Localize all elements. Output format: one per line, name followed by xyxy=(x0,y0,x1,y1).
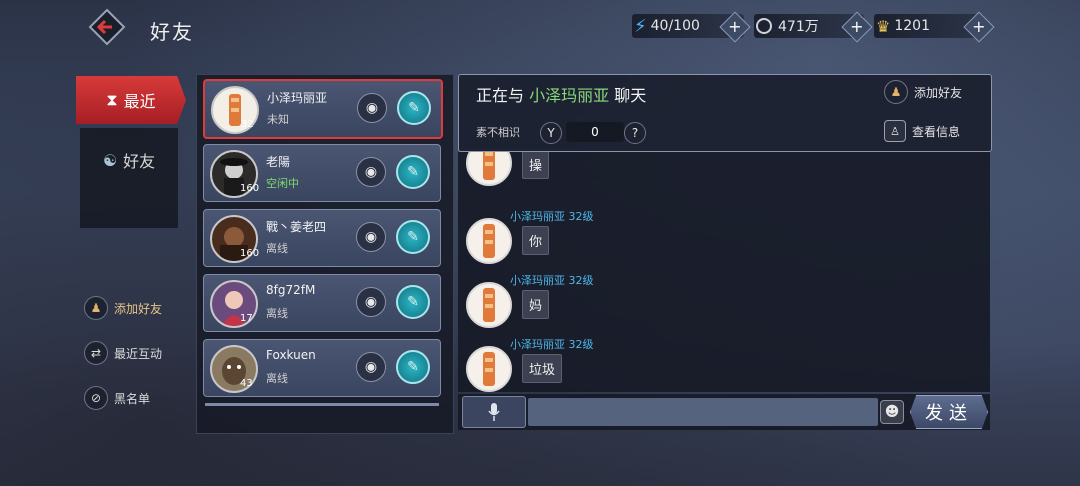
friend-name: 小泽玛丽亚 xyxy=(267,91,328,105)
coin-icon xyxy=(756,18,772,34)
tab-friends-label: 好友 xyxy=(123,152,156,171)
recent-interaction-label: 最近互动 xyxy=(114,346,163,361)
avatar xyxy=(466,218,512,264)
emoji-button[interactable]: ☻ xyxy=(880,400,904,424)
back-arrow-icon xyxy=(88,8,126,46)
blacklist-icon: ⊘ xyxy=(84,386,108,410)
friend-card[interactable]: 17 8fg72fM 离线 ◉ ✎ xyxy=(203,274,441,332)
friend-list[interactable]: 32 小泽玛丽亚 未知 ◉ ✎ 160 老陽 空闲中 ◉ ✎ 160 戰丶姜老四… xyxy=(196,74,454,434)
tab-recent-label: 最近 xyxy=(123,92,156,111)
friend-card[interactable]: 160 戰丶姜老四 离线 ◉ ✎ xyxy=(203,209,441,267)
friend-level: 32 xyxy=(241,119,254,130)
list-scroll-edge xyxy=(205,403,439,406)
voice-button[interactable] xyxy=(462,396,526,428)
profile-icon: ♙ xyxy=(884,120,906,142)
friend-status: 未知 xyxy=(267,113,289,126)
avatar xyxy=(466,346,512,392)
chat-partner-name: 小泽玛丽亚 xyxy=(529,86,610,105)
help-icon: ? xyxy=(631,126,639,140)
view-profile-button[interactable]: ◉ xyxy=(357,93,387,123)
friend-status: 空闲中 xyxy=(266,177,299,190)
message-sender: 小泽玛丽亚 32级 xyxy=(510,338,594,351)
friend-name: Foxkuen xyxy=(266,348,316,362)
message-bubble: 操 xyxy=(522,152,550,179)
lightning-icon: ⚡ xyxy=(634,15,647,37)
message-sender: 小泽玛丽亚 32级 xyxy=(510,210,594,223)
add-friend-button[interactable]: ♟ 添加好友 xyxy=(884,80,962,104)
friends-icon: ☯ xyxy=(102,150,118,170)
friend-level: 17 xyxy=(240,313,253,324)
friend-name: 戰丶姜老四 xyxy=(266,220,327,234)
message-list[interactable]: 操 小泽玛丽亚 32级 你 小泽玛丽亚 32级 妈 小泽玛丽亚 32级 垃圾 xyxy=(458,152,990,392)
plus-icon: + xyxy=(850,17,864,36)
friend-status: 离线 xyxy=(266,372,288,385)
view-profile-button[interactable]: ◉ xyxy=(356,352,386,382)
friend-level: 160 xyxy=(240,248,260,259)
tab-recent[interactable]: ⧗ 最近 xyxy=(76,76,186,124)
message-bubble: 妈 xyxy=(522,290,550,319)
message-bubble: 你 xyxy=(522,226,550,255)
avatar xyxy=(466,152,512,186)
friend-card[interactable]: 160 老陽 空闲中 ◉ ✎ xyxy=(203,144,441,202)
add-friend-button-label: 添加好友 xyxy=(914,85,963,100)
view-profile-button[interactable]: ◉ xyxy=(356,157,386,187)
eye-icon: ◉ xyxy=(364,359,378,375)
back-button[interactable] xyxy=(88,8,126,46)
plus-icon: + xyxy=(972,17,986,36)
friend-status: 离线 xyxy=(266,242,288,255)
quill-icon: ✎ xyxy=(407,359,419,375)
quill-icon: ✎ xyxy=(407,229,419,245)
send-button[interactable]: 发送 xyxy=(910,395,988,429)
intimacy-value: 0 xyxy=(566,122,624,142)
add-friend-link[interactable]: ♟ 添加好友 xyxy=(84,296,162,320)
chat-button[interactable]: ✎ xyxy=(396,155,430,189)
friend-name: 老陽 xyxy=(266,155,291,169)
chat-button[interactable]: ✎ xyxy=(396,285,430,319)
page-title: 好友 xyxy=(150,20,194,44)
blacklist-label: 黑名单 xyxy=(114,391,151,406)
tab-friends[interactable]: ☯ 好友 xyxy=(80,140,178,180)
hourglass-icon: ⧗ xyxy=(106,90,118,109)
chat-button[interactable]: ✎ xyxy=(397,91,431,125)
add-friend-icon: ♟ xyxy=(884,80,908,104)
chat-title-prefix: 正在与 xyxy=(476,86,525,105)
chat-title-suffix: 聊天 xyxy=(614,86,647,105)
blacklist-link[interactable]: ⊘ 黑名单 xyxy=(84,386,150,410)
friend-status: 离线 xyxy=(266,307,288,320)
view-profile-button[interactable]: ◉ xyxy=(356,222,386,252)
view-info-button[interactable]: ♙ 查看信息 xyxy=(884,120,960,142)
friend-level: 160 xyxy=(240,183,260,194)
view-info-label: 查看信息 xyxy=(912,124,961,139)
quill-icon: ✎ xyxy=(407,164,419,180)
friend-card[interactable]: 43 Foxkuen 离线 ◉ ✎ xyxy=(203,339,441,397)
eye-icon: ◉ xyxy=(365,100,379,116)
friend-card[interactable]: 32 小泽玛丽亚 未知 ◉ ✎ xyxy=(203,79,443,139)
message-sender: 小泽玛丽亚 32级 xyxy=(510,274,594,287)
emoji-icon: ☻ xyxy=(884,404,900,420)
chat-title: 正在与 小泽玛丽亚 聊天 xyxy=(476,82,646,106)
quill-icon: ✎ xyxy=(408,100,420,116)
plus-icon: + xyxy=(728,17,742,36)
add-friend-icon: ♟ xyxy=(84,296,108,320)
eye-icon: ◉ xyxy=(364,229,378,245)
microphone-icon xyxy=(488,403,500,421)
add-friend-label: 添加好友 xyxy=(114,301,163,316)
friend-name: 8fg72fM xyxy=(266,283,316,297)
quill-icon: ✎ xyxy=(407,294,419,310)
eye-icon: ◉ xyxy=(364,164,378,180)
chat-button[interactable]: ✎ xyxy=(396,220,430,254)
ingot-icon: ♛ xyxy=(876,16,891,36)
avatar xyxy=(466,282,512,328)
intimacy-label: 素不相识 xyxy=(476,126,520,139)
cup-icon: Y xyxy=(540,122,562,144)
help-button[interactable]: ? xyxy=(624,122,646,144)
chat-button[interactable]: ✎ xyxy=(396,350,430,384)
interaction-icon: ⇄ xyxy=(84,341,108,365)
message-bubble: 垃圾 xyxy=(522,354,563,383)
recent-interaction-link[interactable]: ⇄ 最近互动 xyxy=(84,341,162,365)
friend-level: 43 xyxy=(240,378,253,389)
message-input[interactable] xyxy=(528,398,878,426)
eye-icon: ◉ xyxy=(364,294,378,310)
view-profile-button[interactable]: ◉ xyxy=(356,287,386,317)
